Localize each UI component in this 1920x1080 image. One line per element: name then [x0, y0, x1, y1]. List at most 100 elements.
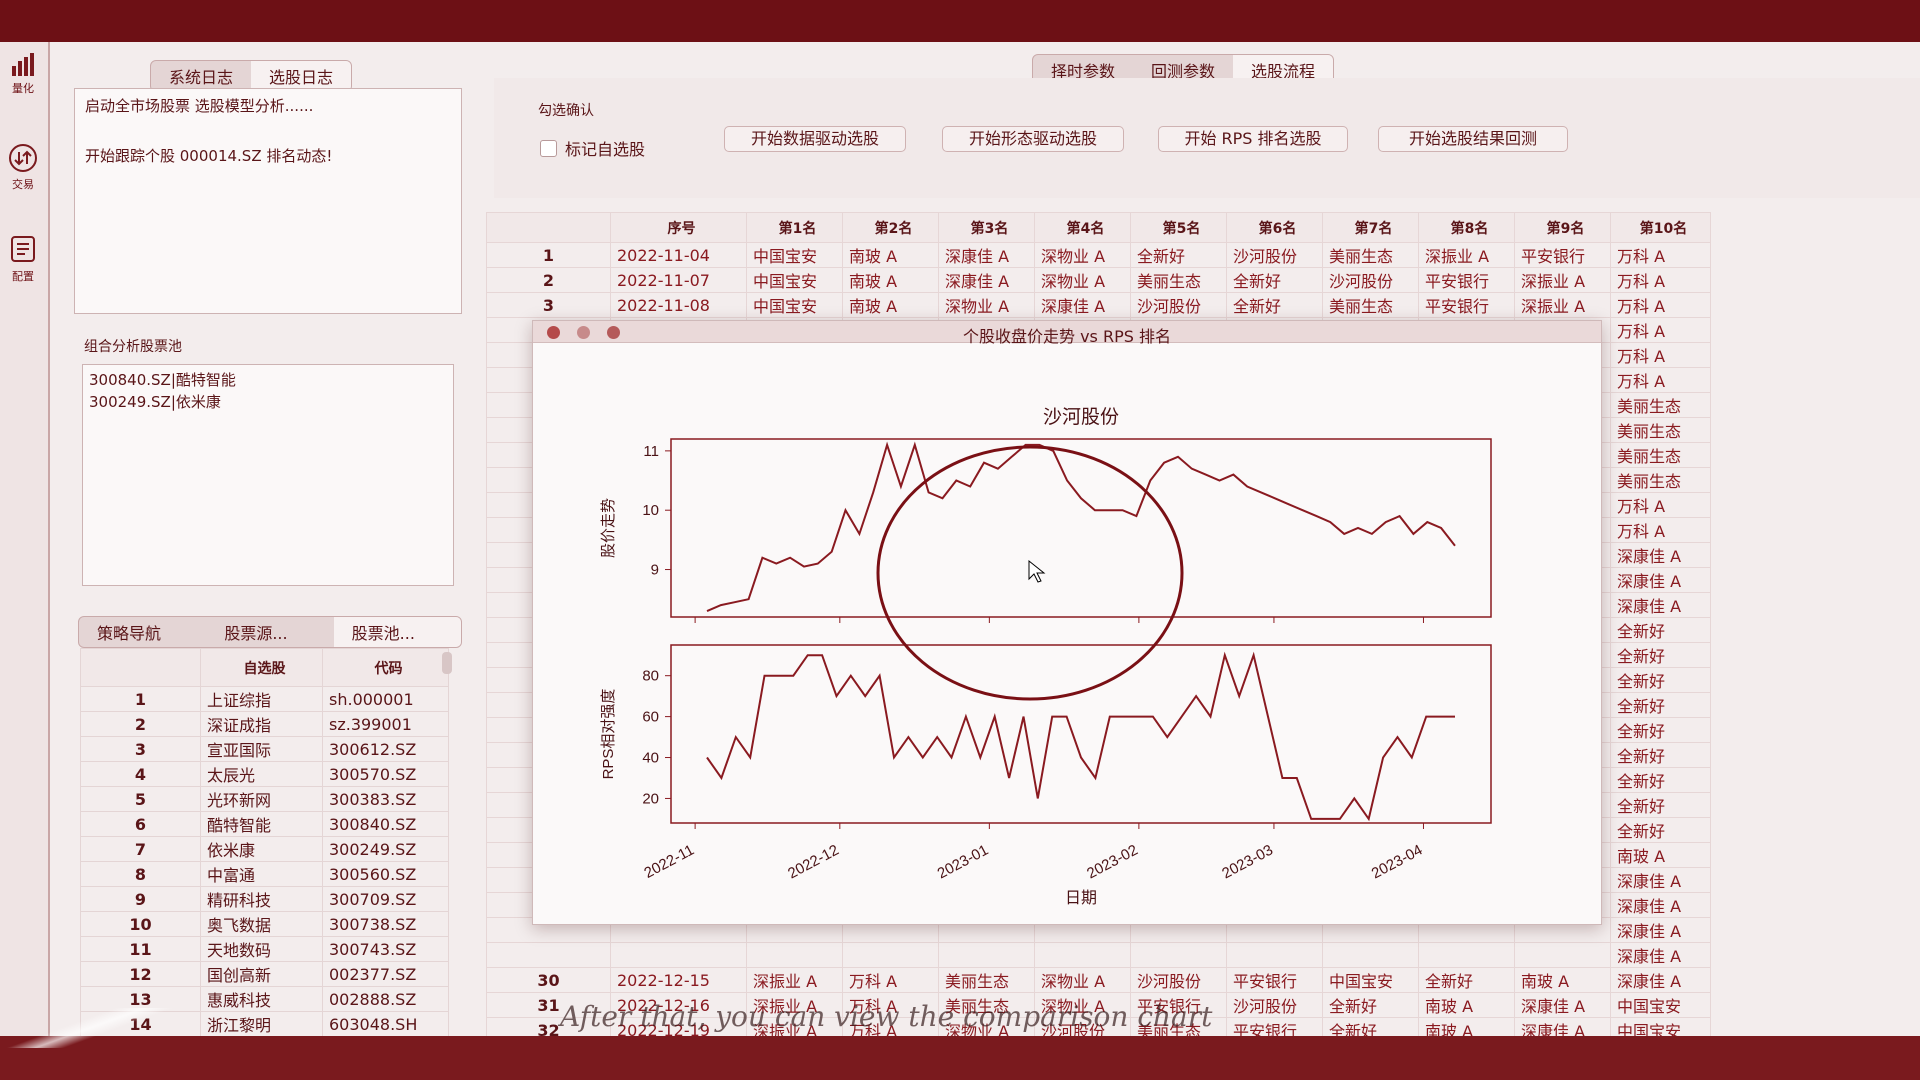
backtest-button[interactable]: 开始选股结果回测 — [1378, 126, 1568, 152]
table-row[interactable]: 深康佳 A — [486, 942, 1711, 968]
stock-code: 300383.SZ — [322, 786, 449, 812]
row-index: 7 — [80, 836, 201, 862]
row-index: 4 — [80, 761, 201, 787]
stock-code: 300743.SZ — [322, 936, 449, 962]
mark-favorite-checkbox[interactable]: 标记自选股 — [540, 136, 645, 160]
row-index: 30 — [486, 967, 611, 993]
pattern-driven-select-button[interactable]: 开始形态驱动选股 — [942, 126, 1124, 152]
rank-cell: 深康佳 A — [1610, 567, 1711, 593]
table-row[interactable]: 4 太辰光 300570.SZ — [80, 761, 449, 787]
rank-cell: 南玻 A — [842, 292, 939, 318]
checkbox-box[interactable] — [540, 139, 557, 157]
stock-name: 浙江黎明 — [200, 1011, 323, 1037]
rank-cell: 美丽生态 — [1610, 442, 1711, 468]
y-tick-label: 20 — [642, 790, 659, 807]
pool-item[interactable]: 300840.SZ|酷特智能 — [89, 369, 447, 391]
table-row[interactable]: 3 2022-11-08 中国宝安 南玻 A 深物业 A 深康佳 A 沙河股份 全新好 美丽生态… — [486, 292, 1711, 318]
table-header: 代码 — [322, 648, 449, 687]
stock-name: 精研科技 — [200, 886, 323, 912]
rank-cell: 全新好 — [1610, 617, 1711, 643]
rank-cell: 美丽生态 — [1322, 292, 1419, 318]
log-line: 启动全市场股票 选股模型分析...... — [85, 97, 314, 115]
table-row[interactable]: 30 2022-12-15 深振业 A 万科 A 美丽生态 深物业 A 沙河股份 平安银行 中国… — [486, 967, 1711, 993]
table-row[interactable]: 9 精研科技 300709.SZ — [80, 886, 449, 912]
rank-cell: 美丽生态 — [1322, 242, 1419, 268]
table-header — [80, 648, 201, 687]
table-row[interactable]: 10 奥飞数据 300738.SZ — [80, 911, 449, 937]
rank-cell: 万科 A — [1610, 317, 1711, 343]
exchange-icon — [9, 144, 37, 172]
row-index: 2 — [80, 711, 201, 737]
row-index: 8 — [80, 861, 201, 887]
x-axis-label: 日期 — [1065, 889, 1097, 907]
stock-code: 300570.SZ — [322, 761, 449, 787]
stock-code: 300612.SZ — [322, 736, 449, 762]
hidden-cell — [1130, 942, 1227, 968]
chart-window: 个股收盘价走势 vs RPS 排名 沙河股份 9 10 11 股价走势 20 40 60 80 R… — [532, 320, 1602, 925]
rank-cell: 全新好 — [1610, 717, 1711, 743]
rank-cell: 万科 A — [1610, 292, 1711, 318]
y-tick-label: 60 — [642, 709, 659, 726]
rank-cell: 南玻 A — [842, 267, 939, 293]
stock-name: 宣亚国际 — [200, 736, 323, 762]
rank-cell: 全新好 — [1610, 767, 1711, 793]
tab-stock-source[interactable]: 股票源... — [206, 617, 333, 647]
pool-item[interactable]: 300249.SZ|依米康 — [89, 391, 447, 413]
rank-cell: 深康佳 A — [1514, 992, 1611, 1018]
table-header: 第6名 — [1226, 212, 1323, 243]
stock-table-scrollbar[interactable] — [442, 652, 452, 674]
tab-selection-log[interactable]: 选股日志 — [251, 61, 352, 91]
rank-cell: 万科 A — [1610, 517, 1711, 543]
hidden-cell — [746, 942, 843, 968]
rank-cell: 深康佳 A — [1610, 542, 1711, 568]
table-row[interactable]: 12 国创高新 002377.SZ — [80, 961, 449, 987]
table-row[interactable]: 2 深证成指 sz.399001 — [80, 711, 449, 737]
table-row[interactable]: 2 2022-11-07 中国宝安 南玻 A 深康佳 A 深物业 A 美丽生态 全新好 沙河股份… — [486, 267, 1711, 293]
rps-rank-select-button[interactable]: 开始 RPS 排名选股 — [1158, 126, 1348, 152]
rank-cell: 中国宝安 — [1610, 992, 1711, 1018]
y-tick-label: 80 — [642, 668, 659, 685]
x-tick-label: 2023-01 — [935, 842, 992, 883]
chart-window-title: 个股收盘价走势 vs RPS 排名 — [963, 327, 1171, 346]
rank-cell: 深振业 A — [746, 967, 843, 993]
hidden-cell — [842, 942, 939, 968]
sidebar-item-trade[interactable]: 交易 — [0, 142, 46, 192]
sidebar-item-config[interactable]: 配置 — [0, 234, 46, 284]
row-index: 6 — [80, 811, 201, 837]
rank-cell: 沙河股份 — [1322, 267, 1419, 293]
row-date: 2022-11-08 — [610, 292, 747, 318]
row-index: 3 — [486, 292, 611, 318]
table-header: 第4名 — [1034, 212, 1131, 243]
x-tick-label: 2023-04 — [1369, 842, 1426, 883]
x-tick-label: 2022-11 — [641, 842, 697, 882]
hidden-cell — [486, 942, 611, 968]
rank-cell: 全新好 — [1610, 817, 1711, 843]
row-date: 2022-11-04 — [610, 242, 747, 268]
sidebar-item-quant[interactable]: 量化 — [0, 52, 46, 96]
top-band — [0, 0, 1920, 42]
tab-stock-pool[interactable]: 股票池... — [333, 617, 461, 647]
hidden-cell — [938, 942, 1035, 968]
rank-cell: 深物业 A — [1034, 967, 1131, 993]
table-row[interactable]: 8 中富通 300560.SZ — [80, 861, 449, 887]
table-row[interactable]: 3 宣亚国际 300612.SZ — [80, 736, 449, 762]
table-row[interactable]: 1 2022-11-04 中国宝安 南玻 A 深康佳 A 深物业 A 全新好 沙河股份 美丽生态… — [486, 242, 1711, 268]
data-driven-select-button[interactable]: 开始数据驱动选股 — [724, 126, 906, 152]
row-index: 1 — [486, 242, 611, 268]
tab-strategy-nav[interactable]: 策略导航 — [79, 617, 206, 647]
table-row[interactable]: 5 光环新网 300383.SZ — [80, 786, 449, 812]
rank-cell: 全新好 — [1418, 967, 1515, 993]
table-header: 第5名 — [1130, 212, 1227, 243]
table-row[interactable]: 7 依米康 300249.SZ — [80, 836, 449, 862]
chart-window-titlebar[interactable]: 个股收盘价走势 vs RPS 排名 — [533, 321, 1601, 346]
rank-cell: 中国宝安 — [1322, 967, 1419, 993]
table-row[interactable]: 11 天地数码 300743.SZ — [80, 936, 449, 962]
series-line — [706, 651, 1455, 822]
hidden-cell — [610, 942, 747, 968]
rank-cell: 中国宝安 — [746, 292, 843, 318]
pool-list[interactable]: 300840.SZ|酷特智能 300249.SZ|依米康 — [82, 364, 454, 586]
tab-system-log[interactable]: 系统日志 — [151, 61, 251, 91]
table-row[interactable]: 6 酷特智能 300840.SZ — [80, 811, 449, 837]
table-row[interactable]: 1 上证综指 sh.000001 — [80, 686, 449, 712]
stock-code: sh.000001 — [322, 686, 449, 712]
